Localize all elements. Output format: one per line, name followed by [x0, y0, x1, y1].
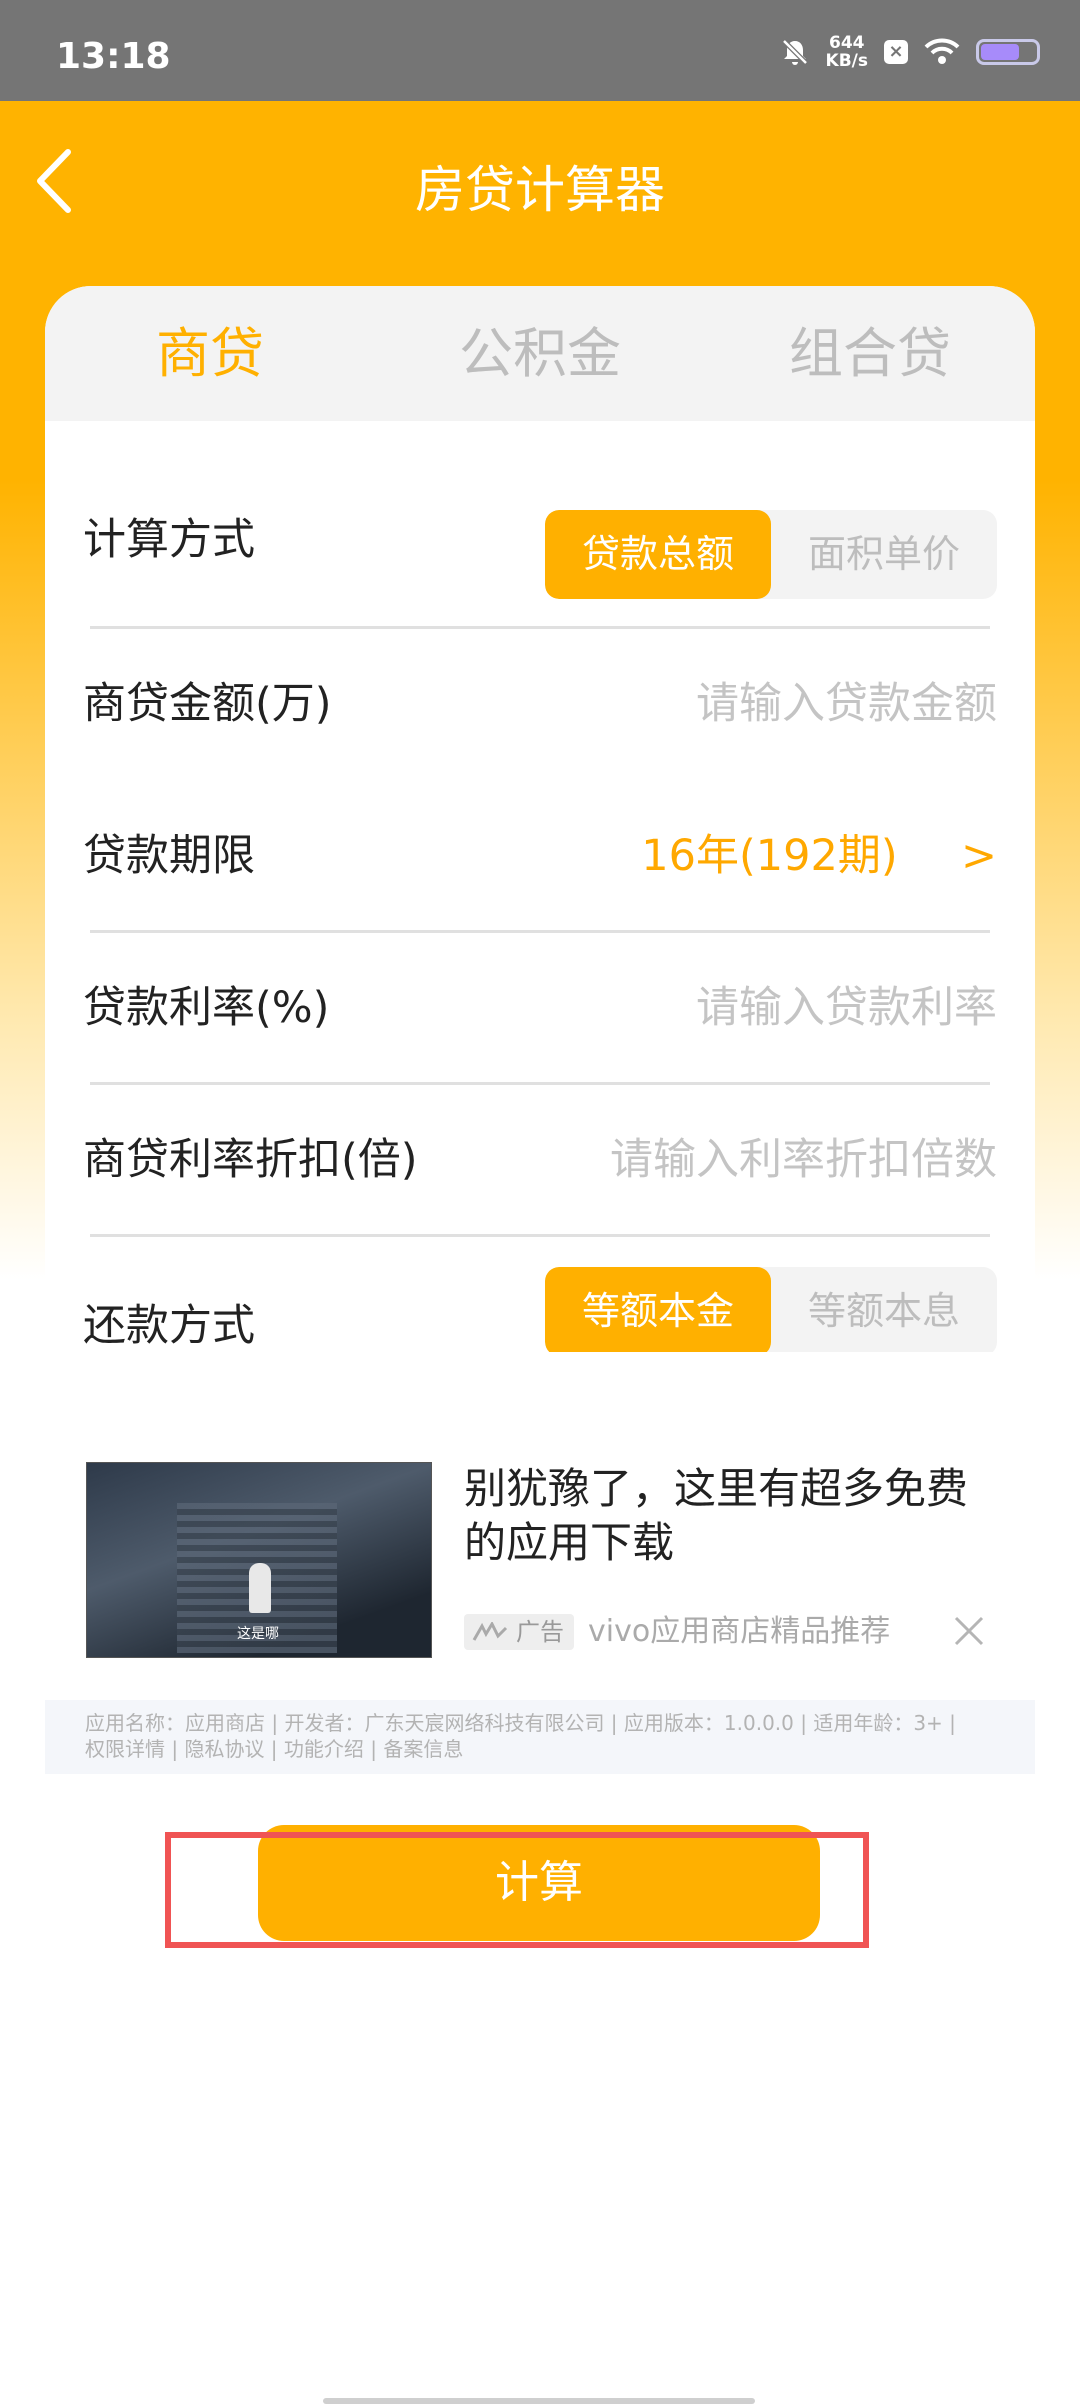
rate-discount-label: 商贷利率折扣(倍): [83, 1135, 418, 1185]
option-equal-principal[interactable]: 等额本金: [545, 1267, 771, 1352]
loan-type-tabs: 商贷 公积金 组合贷: [45, 286, 1035, 421]
rate-discount-row[interactable]: 商贷利率折扣(倍) 请输入利率折扣倍数: [83, 1100, 997, 1220]
tab-combined-loan[interactable]: 组合贷: [705, 286, 1035, 421]
tab-commercial-loan[interactable]: 商贷: [45, 286, 375, 421]
ad-image[interactable]: 这是哪: [86, 1462, 432, 1658]
wifi-icon: [924, 38, 960, 64]
loan-term-value[interactable]: 16年(192期) >: [641, 796, 997, 916]
calculator-card: 商贷 公积金 组合贷 计算方式 贷款总额 面积单价 商贷金额(万) 请输入贷款金…: [45, 286, 1035, 1352]
net-speed: 644 KB/s: [826, 34, 868, 70]
close-icon[interactable]: [952, 1614, 986, 1648]
ad-image-caption: 这是哪: [237, 1626, 279, 1642]
loan-term-row[interactable]: 贷款期限 16年(192期) >: [83, 796, 997, 916]
repayment-label: 还款方式: [83, 1301, 255, 1351]
ad-logo-icon: [472, 1622, 508, 1641]
ad-info-line: 应用名称：应用商店 | 开发者：广东天宸网络科技有限公司 | 应用版本：1.0.…: [85, 1711, 956, 1735]
battery-icon: [976, 39, 1040, 65]
option-total-amount[interactable]: 贷款总额: [545, 510, 771, 599]
ad-source: vivo应用商店精品推荐: [588, 1614, 891, 1649]
ad-image-figure: [249, 1563, 271, 1613]
loan-rate-label: 贷款利率(%): [83, 983, 330, 1033]
divider: [90, 626, 990, 629]
rate-discount-input[interactable]: 请输入利率折扣倍数: [610, 1100, 997, 1220]
page-title: 房贷计算器: [415, 161, 665, 219]
loan-term-label: 贷款期限: [83, 831, 255, 881]
option-area-price[interactable]: 面积单价: [771, 510, 997, 599]
status-bar: 13:18 644 KB/s ×: [0, 0, 1080, 101]
divider: [90, 1082, 990, 1085]
loan-term-text: 16年(192期): [641, 831, 898, 881]
option-equal-installment[interactable]: 等额本息: [771, 1267, 997, 1352]
app-notification-icon: ×: [884, 40, 908, 64]
ad-app-info: 应用名称：应用商店 | 开发者：广东天宸网络科技有限公司 | 应用版本：1.0.…: [45, 1700, 1035, 1774]
loan-amount-label: 商贷金额(万): [83, 679, 332, 729]
ad-badge-label: 广告: [516, 1618, 564, 1646]
loan-amount-row[interactable]: 商贷金额(万) 请输入贷款金额: [83, 644, 997, 764]
ad-info-links[interactable]: 权限详情 | 隐私协议 | 功能介绍 | 备案信息: [85, 1736, 995, 1762]
home-indicator[interactable]: [323, 2398, 755, 2404]
net-speed-value: 644: [829, 33, 865, 53]
status-time: 13:18: [56, 36, 171, 77]
mute-bell-icon: [781, 39, 808, 65]
loan-rate-row[interactable]: 贷款利率(%) 请输入贷款利率: [83, 948, 997, 1068]
ad-badge: 广告: [464, 1614, 574, 1650]
repayment-row: 还款方式 等额本金 等额本息: [83, 1266, 997, 1352]
status-icons: 644 KB/s ×: [780, 34, 1040, 70]
tab-provident-fund[interactable]: 公积金: [375, 286, 705, 421]
net-speed-unit: KB/s: [825, 51, 868, 71]
loan-amount-input[interactable]: 请输入贷款金额: [696, 644, 997, 764]
divider: [90, 1234, 990, 1237]
highlight-box: [165, 1832, 869, 1948]
calc-method-row: 计算方式 贷款总额 面积单价: [83, 480, 997, 600]
loan-rate-input[interactable]: 请输入贷款利率: [696, 948, 997, 1068]
divider: [90, 930, 990, 933]
ad-title[interactable]: 别犹豫了，这里有超多免费的应用下载: [464, 1462, 1004, 1570]
chevron-right-icon: >: [960, 831, 997, 881]
repayment-toggle: 等额本金 等额本息: [545, 1267, 997, 1352]
calc-method-toggle: 贷款总额 面积单价: [545, 510, 997, 599]
calc-method-label: 计算方式: [83, 515, 255, 565]
